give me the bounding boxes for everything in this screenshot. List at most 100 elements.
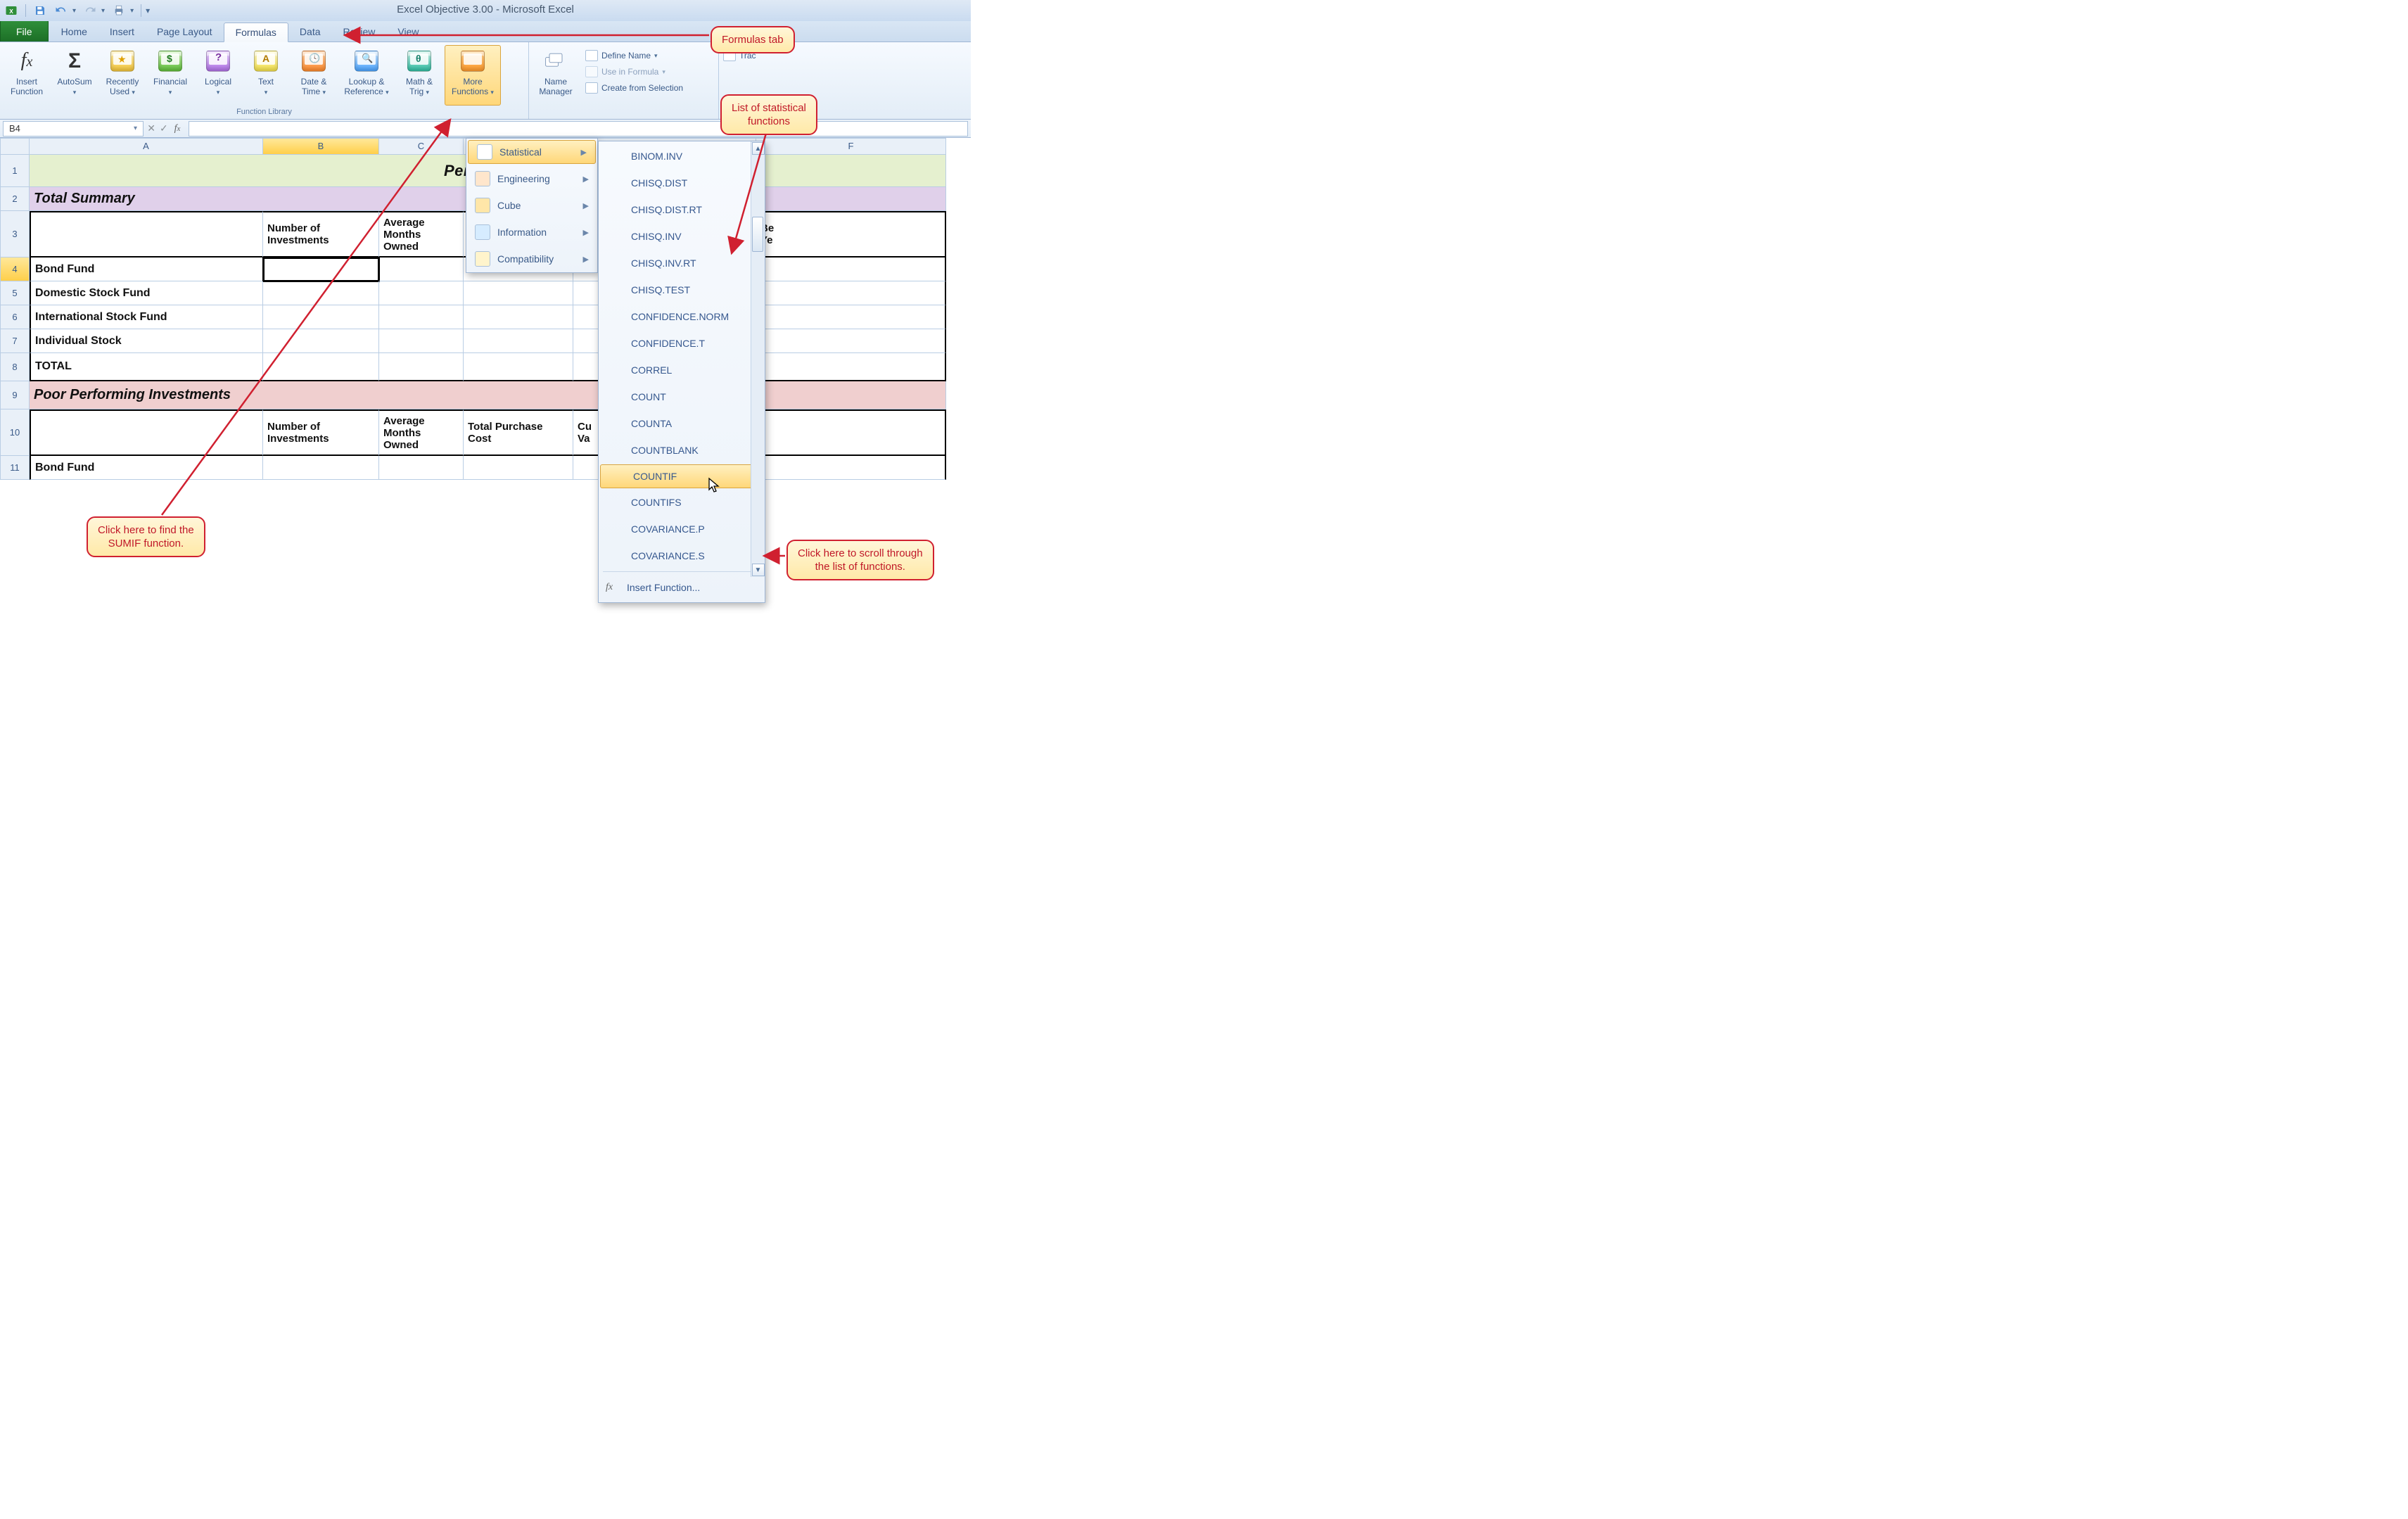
menu-item-statistical[interactable]: Statistical▶ (468, 140, 596, 164)
row-header[interactable]: 1 (0, 155, 30, 187)
name-manager-button[interactable]: Name Manager (533, 45, 578, 106)
cell[interactable] (379, 353, 464, 381)
cell[interactable]: International Stock Fund (30, 305, 263, 329)
col-header-f[interactable]: F (756, 138, 946, 155)
menu-item-information[interactable]: Information▶ (466, 219, 597, 246)
cell[interactable] (756, 329, 946, 353)
scrollbar[interactable]: ▲ ▼ (751, 141, 765, 577)
name-box[interactable]: B4 ▾ (3, 121, 144, 136)
logical-button[interactable]: ? Logical▾ (196, 45, 241, 106)
cell[interactable] (756, 281, 946, 305)
financial-button[interactable]: $ Financial▾ (148, 45, 193, 106)
cell[interactable] (379, 258, 464, 281)
cell[interactable]: Average Months Owned (379, 409, 464, 456)
cell[interactable] (464, 456, 573, 480)
row-header[interactable]: 8 (0, 353, 30, 381)
cell[interactable] (464, 281, 573, 305)
list-item[interactable]: CORREL (599, 357, 765, 383)
col-header-a[interactable]: A (30, 138, 263, 155)
cell[interactable] (379, 329, 464, 353)
cell[interactable] (379, 305, 464, 329)
cell[interactable] (756, 305, 946, 329)
date-time-button[interactable]: 🕓 Date & Time ▾ (291, 45, 336, 106)
cell[interactable] (464, 329, 573, 353)
row-header[interactable]: 3 (0, 211, 30, 258)
cell[interactable] (263, 353, 379, 381)
list-item[interactable]: COUNT (599, 383, 765, 410)
list-item[interactable]: CHISQ.INV (599, 223, 765, 250)
cell[interactable]: Poor Performing Investments (30, 381, 946, 409)
row-header[interactable]: 4 (0, 258, 30, 281)
list-item[interactable]: COUNTA (599, 410, 765, 437)
row-header[interactable]: 9 (0, 381, 30, 409)
select-all-corner[interactable] (0, 138, 30, 155)
cell[interactable]: TOTAL (30, 353, 263, 381)
cell[interactable] (464, 353, 573, 381)
cell[interactable] (263, 281, 379, 305)
cell[interactable] (756, 456, 946, 480)
tab-insert[interactable]: Insert (98, 22, 146, 42)
list-item[interactable]: CHISQ.TEST (599, 277, 765, 303)
insert-function-menu-item[interactable]: fxInsert Function... (599, 574, 765, 601)
name-box-dropdown-icon[interactable]: ▾ (134, 125, 137, 132)
cell[interactable]: Total Purchase Cost (464, 409, 573, 456)
row-header[interactable]: 7 (0, 329, 30, 353)
list-item[interactable]: CHISQ.DIST.RT (599, 196, 765, 223)
lookup-reference-button[interactable]: 🔍 Lookup & Reference ▾ (339, 45, 394, 106)
tab-review[interactable]: Review (332, 22, 387, 42)
cell[interactable] (756, 353, 946, 381)
tab-formulas[interactable]: Formulas (224, 23, 288, 42)
recently-used-button[interactable]: ★ Recently Used ▾ (100, 45, 145, 106)
cell[interactable] (263, 305, 379, 329)
create-from-selection-button[interactable]: Create from Selection (582, 80, 686, 96)
row-header[interactable]: 5 (0, 281, 30, 305)
cell[interactable] (30, 211, 263, 258)
cell[interactable] (263, 456, 379, 480)
cell[interactable] (263, 329, 379, 353)
scroll-down-icon[interactable]: ▼ (752, 564, 765, 576)
menu-item-compatibility[interactable]: Compatibility▶ (466, 246, 597, 272)
cell[interactable]: Number of Investments (263, 409, 379, 456)
math-trig-button[interactable]: θ Math & Trig ▾ (397, 45, 442, 106)
cell[interactable]: Bond Fund (30, 258, 263, 281)
list-item[interactable]: BINOM.INV (599, 143, 765, 170)
list-item[interactable]: COUNTBLANK (599, 437, 765, 464)
cell-b4[interactable] (263, 258, 379, 281)
list-item[interactable]: COVARIANCE.P (599, 516, 765, 542)
menu-item-engineering[interactable]: Engineering▶ (466, 165, 597, 192)
cell[interactable]: Individual Stock (30, 329, 263, 353)
col-header-b[interactable]: B (263, 138, 379, 155)
list-item-countif[interactable]: COUNTIF (600, 464, 763, 488)
tab-data[interactable]: Data (288, 22, 332, 42)
list-item[interactable]: COUNTIFS (599, 489, 765, 516)
list-item[interactable]: CONFIDENCE.T (599, 330, 765, 357)
use-in-formula-button[interactable]: Use in Formula ▾ (582, 64, 686, 80)
col-header-c[interactable]: C (379, 138, 464, 155)
cell[interactable] (464, 305, 573, 329)
tab-home[interactable]: Home (50, 22, 98, 42)
cell[interactable]: Number of Investments (263, 211, 379, 258)
insert-function-button[interactable]: fx Insert Function (4, 45, 49, 106)
row-header[interactable]: 6 (0, 305, 30, 329)
row-header[interactable]: 10 (0, 409, 30, 456)
more-functions-button[interactable]: More Functions ▾ (445, 45, 501, 106)
scroll-up-icon[interactable]: ▲ (752, 142, 765, 155)
text-button[interactable]: A Text▾ (243, 45, 288, 106)
cell[interactable] (756, 258, 946, 281)
menu-item-cube[interactable]: Cube▶ (466, 192, 597, 219)
scroll-thumb[interactable] (752, 217, 763, 252)
cell[interactable] (379, 281, 464, 305)
cell[interactable] (379, 456, 464, 480)
define-name-button[interactable]: Define Name ▾ (582, 48, 686, 63)
fx-icon[interactable]: fx (169, 123, 186, 134)
list-item[interactable]: COVARIANCE.S (599, 542, 765, 569)
list-item[interactable]: CONFIDENCE.NORM (599, 303, 765, 330)
row-header[interactable]: 11 (0, 456, 30, 480)
tab-page-layout[interactable]: Page Layout (146, 22, 224, 42)
list-item[interactable]: CHISQ.INV.RT (599, 250, 765, 277)
cell[interactable]: Bond Fund (30, 456, 263, 480)
tab-view[interactable]: View (386, 22, 430, 42)
cell[interactable] (30, 409, 263, 456)
cell[interactable] (756, 409, 946, 456)
cell[interactable]: Average Months Owned (379, 211, 464, 258)
